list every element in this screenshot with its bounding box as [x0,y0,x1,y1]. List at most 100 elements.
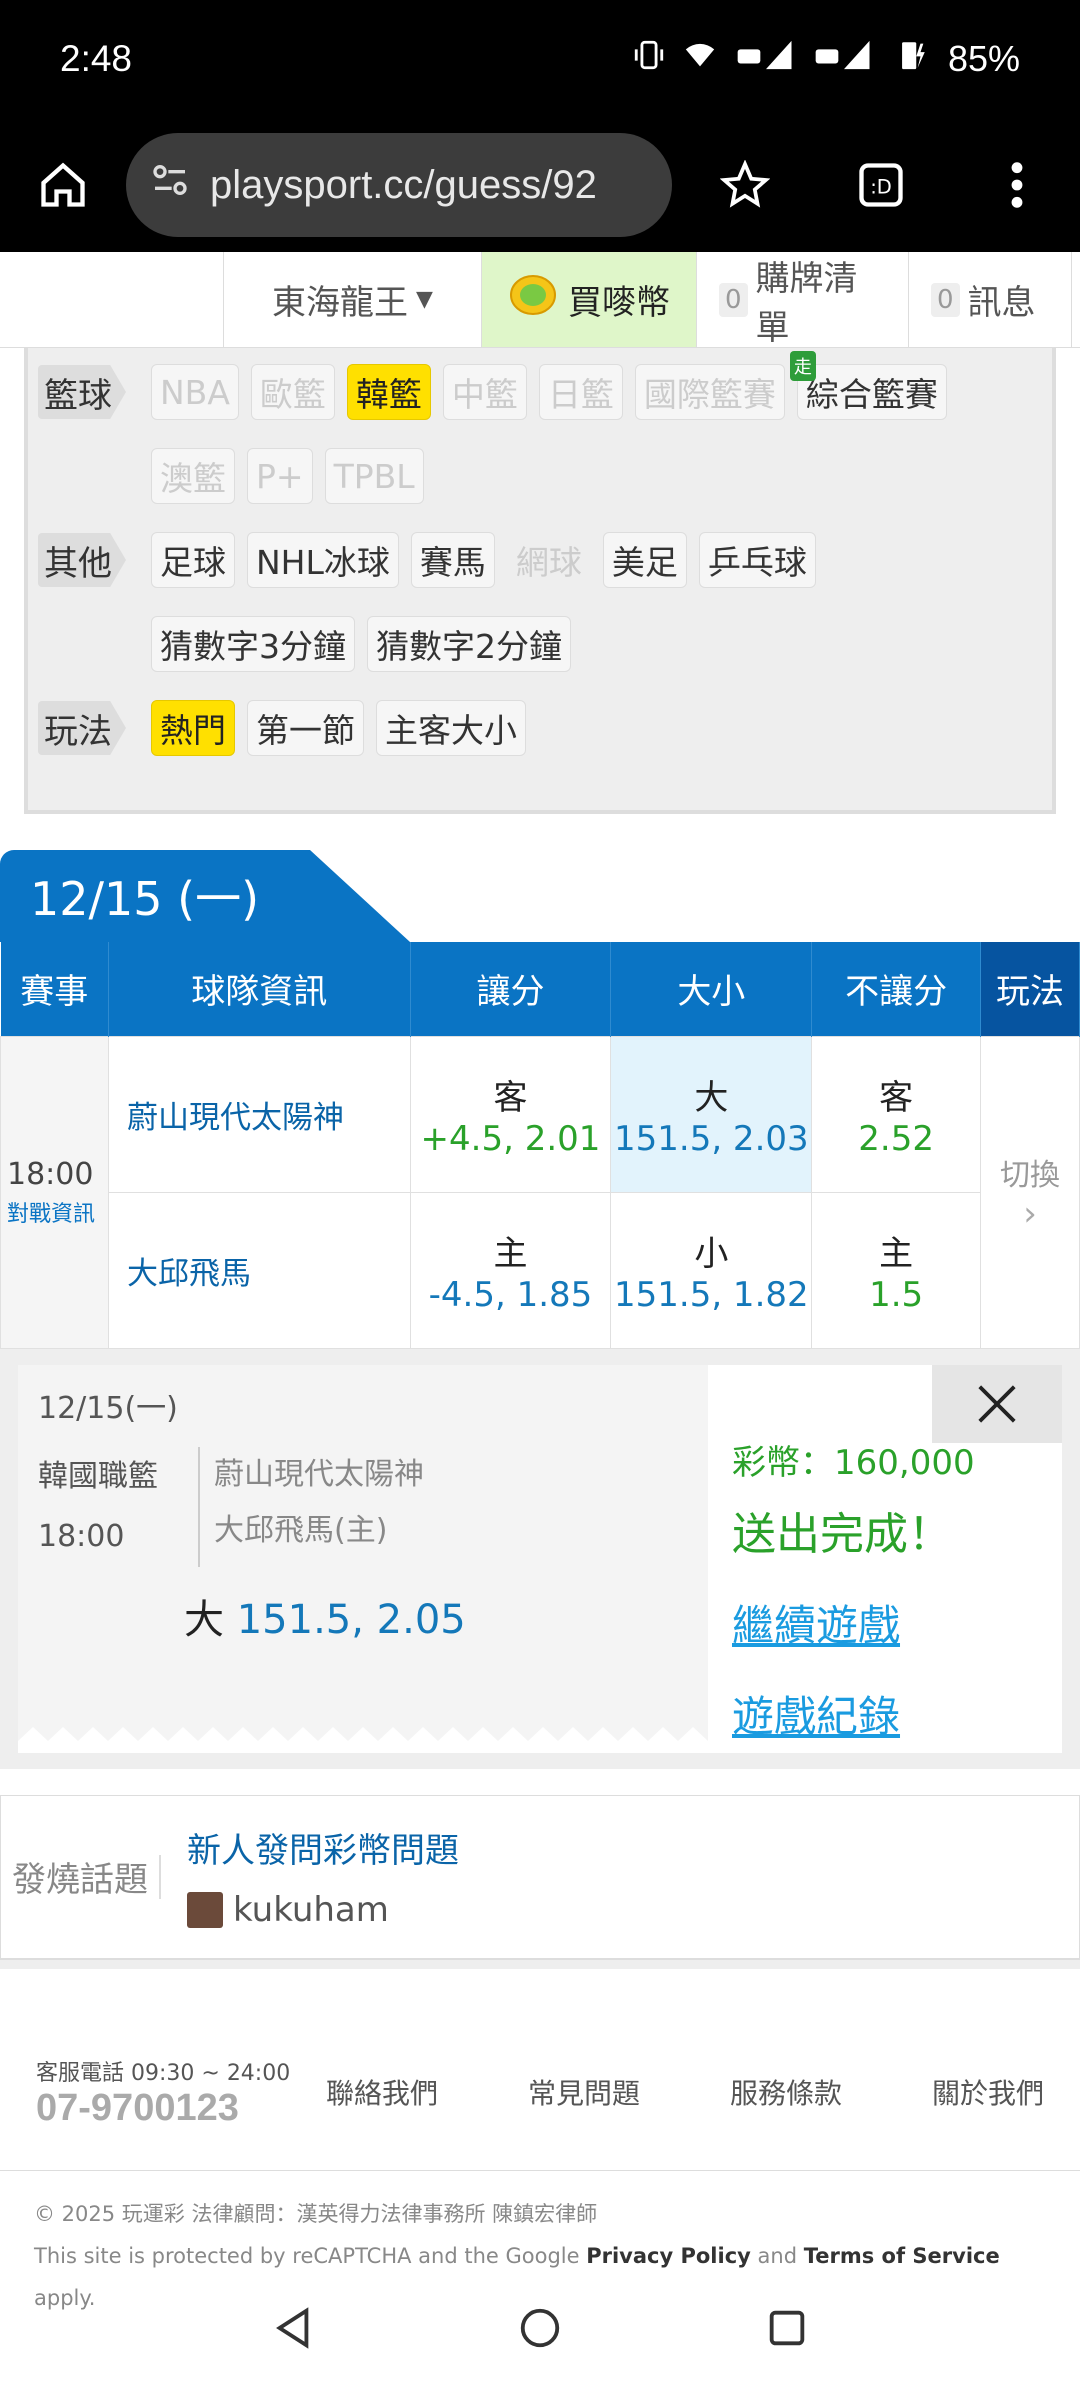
back-icon[interactable] [270,2305,316,2355]
avatar [187,1892,223,1928]
vs-info-link[interactable]: 對戰資訊 [7,1196,108,1228]
chip-korea-basketball[interactable]: 韓籃 [346,364,431,420]
away-team[interactable]: 蔚山現代太陽神 [107,1035,411,1193]
address-bar[interactable]: playsport.cc/guess/92 [126,133,672,237]
odds-cell-home-spread[interactable]: 主 -4.5, 1.85 [409,1191,612,1349]
chip-mixed-basketball[interactable]: 走 綜合籃賽 [789,351,947,420]
header-team-info: 球隊資訊 [108,942,411,1036]
chip-horse-racing[interactable]: 賽馬 [410,532,495,588]
more-menu-icon[interactable] [984,152,1050,218]
system-nav-bar [0,2260,1080,2400]
caret-down-icon: ▼ [416,287,433,312]
messages-label: 訊息 [967,283,1036,323]
footer-link-faq[interactable]: 常見問題 [528,2072,640,2112]
odds-value: +4.5, 2.01 [420,1118,601,1159]
footer-link-contact[interactable]: 聯絡我們 [326,2072,438,2112]
receipt-time: 18:00 [38,1518,125,1554]
header-moneyline: 不讓分 [811,942,982,1036]
buy-coins-button[interactable]: 買嘜幣 [481,252,696,347]
service-hours: 客服電話 09:30 ~ 24:00 [36,2060,291,2086]
odds-cell-over[interactable]: 大 151.5, 2.03 [610,1035,813,1193]
hot-topic-user[interactable]: kukuham [233,1890,389,1930]
chip-japan-basketball[interactable]: 日籃 [538,364,623,420]
odds-value: -4.5, 1.85 [428,1274,593,1315]
status-bar: 2:48 85% [0,0,1080,118]
chip-aus-basketball[interactable]: 澳籃 [151,448,235,504]
table-row: 18:00 對戰資訊 蔚山現代太陽神 客 +4.5, 2.01 大 151.5,… [0,1035,1080,1349]
chip-euro-basketball[interactable]: 歐籃 [250,364,335,420]
home-icon[interactable] [30,152,96,218]
match-time-cell: 18:00 對戰資訊 [0,1035,109,1349]
chip-american-football[interactable]: 美足 [602,532,687,588]
odds-cell-under[interactable]: 小 151.5, 1.82 [610,1191,813,1349]
bet-receipt: 12/15(一) 韓國職籃 18:00 蔚山現代太陽神 大邱飛馬(主) 大 15… [0,1348,1080,1769]
signal-1-icon [734,38,798,81]
play-type-label: 玩法 [38,701,126,755]
cart-link[interactable]: 0 購牌清單 [696,252,908,348]
chip-guess-3min[interactable]: 猜數字3分鐘 [151,616,355,672]
messages-count: 0 [931,282,960,317]
messages-link[interactable]: 0 訊息 [908,252,1072,347]
chip-nba[interactable]: NBA [151,364,239,420]
tabs-icon[interactable]: :D [848,152,914,218]
site-settings-icon[interactable] [150,160,190,210]
chip-first-quarter[interactable]: 第一節 [247,700,364,756]
receipt-date: 12/15(一) [38,1390,178,1426]
odds-cell-home-ml[interactable]: 主 1.5 [811,1191,982,1349]
status-time: 2:48 [60,38,133,79]
chip-home-away-total[interactable]: 主客大小 [376,700,526,756]
user-menu[interactable]: 東海龍王 ▼ [223,252,481,347]
footer-link-terms[interactable]: 服務條款 [730,2072,842,2112]
close-icon[interactable] [932,1364,1062,1443]
zigzag-edge [18,1726,708,1753]
receipt-pick-label: 大 [184,1596,224,1643]
home-circle-icon[interactable] [517,2305,563,2355]
receipt-detail: 12/15(一) 韓國職籃 18:00 蔚山現代太陽神 大邱飛馬(主) 大 15… [18,1365,708,1753]
bookmark-star-icon[interactable] [712,152,778,218]
chip-tennis[interactable]: 網球 [507,532,591,588]
url-text: playsport.cc/guess/92 [210,162,597,207]
switch-play-button[interactable]: 切換 › [980,1035,1080,1349]
coin-icon [508,273,558,326]
odds-label: 大 [694,1077,729,1118]
receipt-pick-value: 151.5, 2.05 [236,1596,466,1643]
service-phone[interactable]: 07-9700123 [36,2087,239,2129]
divider [0,1958,1080,1969]
chip-china-basketball[interactable]: 中籃 [442,364,527,420]
switch-label: 切換 [1000,1158,1061,1193]
hot-topic: 發燒話題 新人發問彩幣問題 kukuham [0,1794,1080,1959]
chip-hot[interactable]: 熱門 [151,700,235,756]
wifi-icon [680,38,720,81]
odds-value: 151.5, 1.82 [613,1274,809,1315]
odds-cell-away-ml[interactable]: 客 2.52 [811,1035,982,1193]
header-play-type[interactable]: 玩法 [980,942,1080,1036]
copyright: © 2025 玩運彩 法律顧問：漢英得力法律事務所 陳鎮宏律師 [34,2201,598,2226]
battery-percent: 85% [947,38,1020,79]
chip-p-plus[interactable]: P+ [247,448,313,504]
odds-value: 2.52 [858,1118,934,1159]
date-tab: 12/15 (一) [0,850,410,942]
cart-label: 購牌清單 [755,258,858,348]
chip-tpbl[interactable]: TPBL [324,448,424,504]
continue-game-link[interactable]: 繼續遊戲 [732,1592,1042,1653]
chip-guess-2min[interactable]: 猜數字2分鐘 [367,616,571,672]
browser-toolbar: playsport.cc/guess/92 :D [0,118,1080,252]
sport-filter-panel: 籃球 NBA 歐籃 韓籃 中籃 日籃 國際籃賽 走 綜合籃賽 澳籃 P+ TPB… [24,348,1056,814]
home-team[interactable]: 大邱飛馬 [107,1191,411,1349]
battery-icon [890,38,934,81]
recents-icon[interactable] [764,2305,810,2355]
chip-table-tennis[interactable]: 乒乓球 [698,532,816,588]
chip-soccer[interactable]: 足球 [151,532,235,588]
game-history-link[interactable]: 遊戲紀錄 [732,1683,1042,1744]
receipt-league: 韓國職籃 [38,1458,158,1494]
odds-table: 賽事 球隊資訊 讓分 大小 不讓分 玩法 18:00 對戰資訊 蔚山現代太陽神 … [0,942,1080,1349]
header-spread: 讓分 [410,942,612,1036]
odds-cell-away-spread[interactable]: 客 +4.5, 2.01 [409,1035,612,1193]
odds-label: 主 [493,1233,528,1274]
hot-topic-title[interactable]: 新人發問彩幣問題 [187,1823,459,1872]
chip-nhl[interactable]: NHL冰球 [247,532,399,588]
chip-intl-basketball[interactable]: 國際籃賽 [634,364,785,420]
buy-coins-label: 買嘜幣 [568,283,670,323]
hot-topic-label: 發燒話題 [1,1854,161,1900]
footer-link-about[interactable]: 關於我們 [932,2072,1044,2112]
